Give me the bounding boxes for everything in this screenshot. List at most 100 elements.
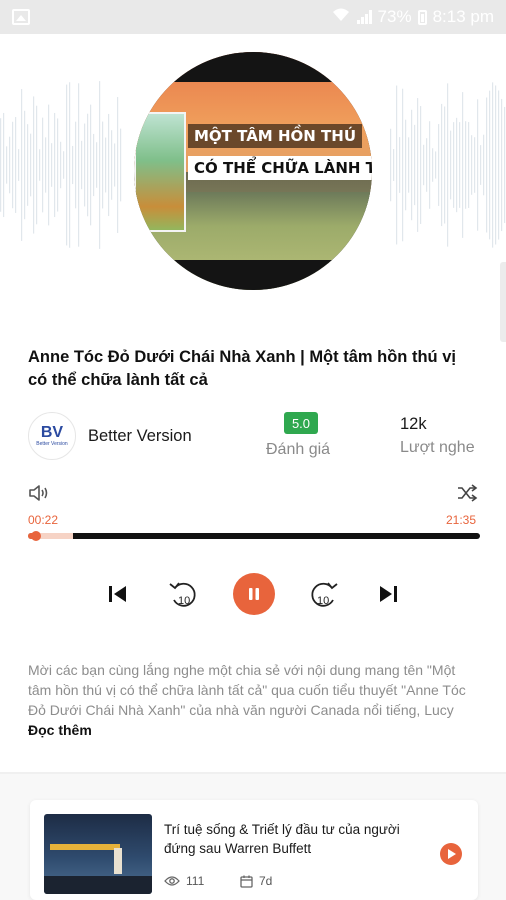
status-left	[12, 9, 30, 25]
waveform-bar	[408, 137, 410, 193]
waveform-bar	[18, 149, 20, 181]
waveform-bar	[30, 133, 32, 197]
waveform-bar	[0, 118, 2, 212]
skip-next-button[interactable]	[374, 580, 402, 608]
waveform-bar	[471, 135, 473, 195]
waveform-bar	[411, 109, 413, 221]
waveform-bar	[459, 122, 461, 208]
waveform-bar	[432, 148, 434, 182]
volume-icon[interactable]	[28, 484, 50, 507]
skip-next-icon	[380, 586, 397, 602]
waveform-bar	[9, 136, 11, 194]
clock: 8:13 pm	[432, 7, 494, 26]
calendar-icon	[240, 875, 253, 888]
waveform-bar	[105, 137, 107, 193]
waveform-bar	[48, 104, 50, 226]
waveform-bar	[6, 146, 8, 184]
progress-knob[interactable]	[30, 531, 41, 541]
rewind-seconds: 10	[178, 595, 191, 607]
waveform-bar	[114, 143, 116, 187]
related-age-value: 7d	[259, 874, 273, 888]
waveform-bar	[72, 145, 74, 185]
waveform-bar	[465, 121, 467, 209]
waveform-bar	[63, 151, 65, 179]
channel-logo-mark: BV	[40, 424, 64, 441]
waveform-bar	[462, 92, 464, 238]
waveform-bar	[429, 121, 431, 209]
waveform-bar	[78, 83, 80, 247]
gallery-icon	[12, 9, 30, 25]
rewind-10-button[interactable]: 10	[166, 576, 202, 612]
waveform-bar	[102, 121, 104, 209]
waveform-bar	[42, 117, 44, 213]
waveform-bar	[486, 97, 488, 233]
related-episode-card[interactable]: Trí tuệ sống & Triết lý đầu tư của người…	[30, 800, 478, 900]
shuffle-icon[interactable]	[456, 484, 478, 507]
waveform-bar	[57, 118, 59, 212]
status-right: 73% 8:13 pm	[331, 7, 494, 27]
listens-count: 12k	[400, 415, 427, 433]
related-views-count: 111	[186, 874, 205, 888]
waveform-bar	[66, 84, 68, 246]
related-thumbnail	[44, 814, 152, 894]
related-age: 7d	[240, 874, 272, 888]
waveform-bar	[69, 82, 71, 248]
waveform-bar	[450, 130, 452, 200]
waveform-bar	[21, 89, 23, 241]
waveform-bar	[108, 113, 110, 217]
skip-previous-icon	[109, 586, 126, 602]
battery-percent: 73%	[377, 7, 412, 26]
waveform-bar	[399, 137, 401, 193]
waveform-bar	[120, 128, 122, 202]
waveform-bar	[87, 113, 89, 217]
waveform-bar	[468, 122, 470, 208]
related-play-button[interactable]	[440, 843, 462, 865]
forward-10-button[interactable]: 10	[305, 576, 341, 612]
waveform-bar	[456, 117, 458, 213]
rating-badge: 5.0	[284, 412, 318, 434]
waveform-bar	[441, 103, 443, 227]
waveform-bar	[504, 106, 506, 224]
description-text: Mời các bạn cùng lắng nghe một chia sẻ v…	[28, 662, 466, 718]
waveform-bar	[51, 143, 53, 187]
progress-bar[interactable]	[28, 533, 480, 539]
signal-icon	[356, 10, 372, 24]
waveform-bar	[444, 106, 446, 224]
related-title[interactable]: Trí tuệ sống & Triết lý đầu tư của người…	[164, 820, 434, 858]
waveform-bar	[447, 83, 449, 247]
waveform-bar	[423, 144, 425, 186]
waveform-bar	[27, 124, 29, 206]
cover-art: MỘT TÂM HỒN THÚ CÓ THỂ CHỮA LÀNH TẤT	[134, 52, 372, 290]
channel-avatar[interactable]: BV Better Version	[28, 412, 76, 460]
channel-name[interactable]: Better Version	[88, 427, 192, 446]
waveform-bar	[489, 90, 491, 240]
waveform-bar	[93, 133, 95, 197]
waveform-bar	[84, 123, 86, 207]
waveform-bar	[435, 151, 437, 179]
waveform-bar	[501, 98, 503, 232]
status-bar: 73% 8:13 pm	[0, 0, 506, 34]
battery-icon	[417, 9, 427, 25]
waveform-bar	[405, 119, 407, 211]
waveform-bar	[99, 81, 101, 249]
listens-label: Lượt nghe	[400, 439, 475, 456]
skip-previous-button[interactable]	[104, 580, 132, 608]
scroll-handle[interactable]	[500, 262, 506, 342]
waveform-bar	[15, 117, 17, 213]
waveform-bar	[438, 124, 440, 206]
waveform-bar	[45, 137, 47, 193]
waveform-bar	[417, 98, 419, 232]
waveform-bar	[480, 145, 482, 185]
forward-seconds: 10	[317, 595, 330, 607]
waveform-bar	[390, 128, 392, 202]
waveform-bar	[54, 112, 56, 218]
waveform-bar	[24, 110, 26, 220]
waveform-bar	[495, 85, 497, 245]
waveform-bar	[12, 121, 14, 209]
channel-logo-subtext: Better Version	[36, 441, 68, 447]
waveform-bar	[426, 138, 428, 192]
waveform-bar	[393, 149, 395, 181]
read-more-link[interactable]: Đọc thêm	[28, 722, 92, 738]
pause-button[interactable]	[233, 573, 275, 615]
waveform-bar	[96, 142, 98, 188]
